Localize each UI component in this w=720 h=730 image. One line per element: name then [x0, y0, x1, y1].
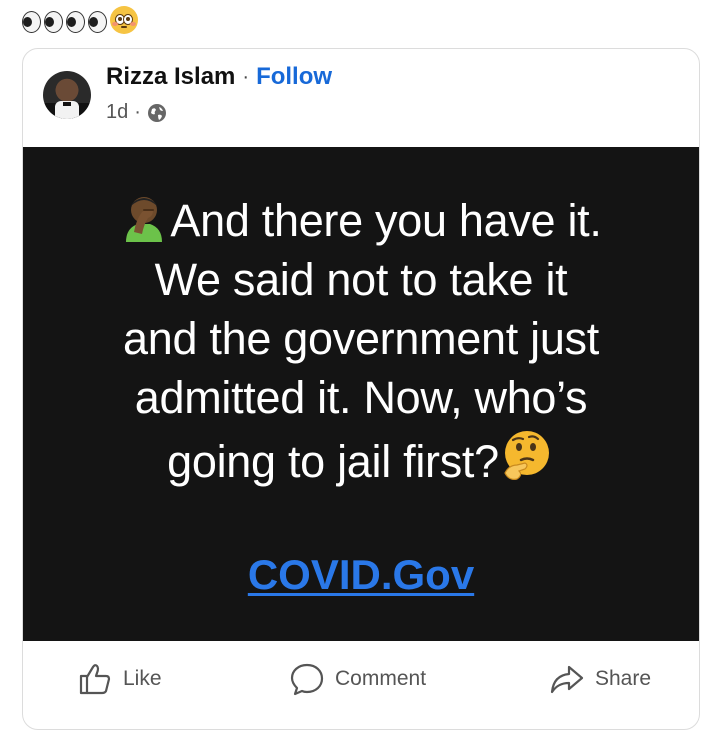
post-text-line-2: We said not to take it [154, 254, 568, 305]
post-timestamp[interactable]: 1d [106, 101, 128, 124]
post-text-line: going to jail first? [23, 427, 699, 491]
avatar[interactable] [43, 71, 91, 119]
facepalm-icon [126, 197, 163, 242]
post-text-line-4: admitted it. Now, who’s [134, 372, 588, 423]
eye-icon [86, 7, 108, 33]
share-label: Share [595, 667, 652, 690]
meta-separator: · [134, 101, 141, 123]
comment-button[interactable]: Comment [289, 661, 426, 697]
share-button[interactable]: Share [549, 661, 651, 697]
share-arrow-icon [550, 665, 584, 694]
shared-post-card[interactable]: Rizza Islam · Follow 1d · And there you … [22, 48, 700, 730]
comment-label: Comment [335, 667, 427, 690]
thumbs-up-icon [79, 664, 111, 695]
like-button[interactable]: Like [77, 661, 162, 697]
post-image[interactable]: And there you have it. We said not to ta… [23, 147, 699, 641]
eye-icon [64, 7, 86, 33]
post-text-line-5: going to jail first? [167, 436, 499, 487]
post-image-text: And there you have it. We said not to ta… [23, 191, 699, 491]
post-text-line-1: And there you have it. [170, 195, 602, 246]
caption-emoji-row [20, 4, 138, 36]
post-actions-bar: Like Comment Share [23, 641, 699, 725]
globe-icon [147, 103, 166, 122]
author-name[interactable]: Rizza Islam [106, 63, 235, 91]
comment-icon [290, 663, 324, 696]
eye-icon [20, 7, 42, 33]
flushed-face-icon [110, 6, 138, 34]
eye-icon [42, 7, 64, 33]
post-header: Rizza Islam · Follow [106, 63, 332, 91]
post-text-line-3: and the government just [123, 313, 599, 364]
like-label: Like [123, 667, 162, 690]
post-meta: 1d · [106, 101, 167, 124]
separator-dot: · [242, 65, 250, 88]
thinking-face-icon [504, 431, 549, 480]
post-text-line: And there you have it. [23, 191, 699, 250]
covid-gov-link[interactable]: COVID.Gov [23, 551, 699, 599]
follow-button[interactable]: Follow [256, 63, 332, 91]
